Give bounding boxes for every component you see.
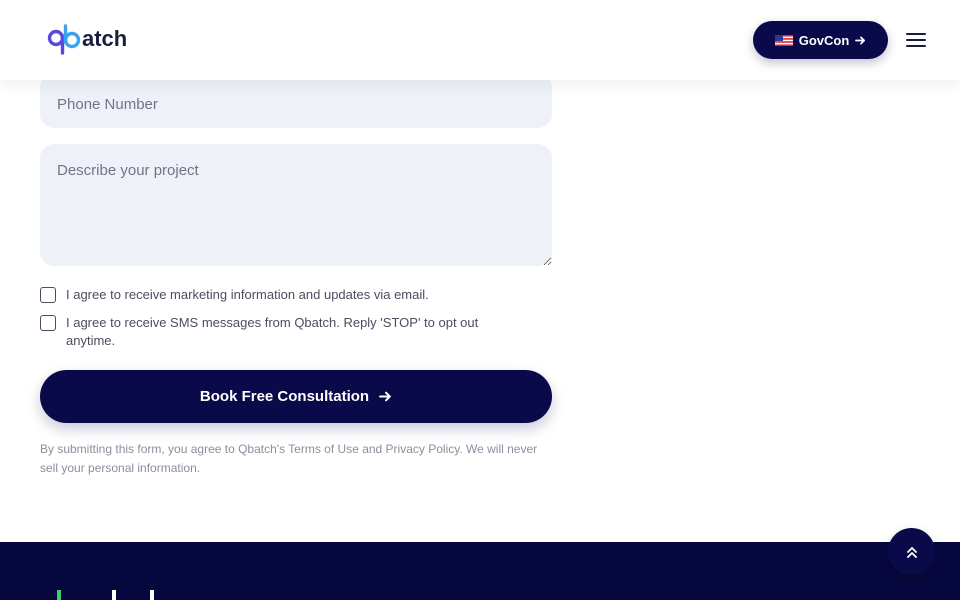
book-consultation-label: Book Free Consultation [199, 388, 370, 405]
project-description-textarea[interactable] [40, 144, 552, 266]
qbatch-logo[interactable]: atch [46, 22, 146, 58]
email-consent-row: I agree to receive marketing information… [40, 286, 520, 304]
qbatch-logo-mark: atch [47, 24, 127, 55]
email-consent-checkbox[interactable] [40, 287, 56, 303]
page: atch GovCon I agree to r [0, 0, 960, 600]
arrow-right-icon [855, 35, 866, 45]
book-consultation-button[interactable]: Book Free Consultation [40, 370, 552, 423]
hamburger-menu-icon-bar [906, 45, 926, 47]
svg-text:atch: atch [82, 26, 127, 51]
govcon-button[interactable]: GovCon [753, 21, 888, 59]
sms-consent-row: I agree to receive SMS messages from Qba… [40, 314, 520, 350]
arrow-right-icon [379, 391, 391, 402]
hamburger-menu-icon-bar [906, 39, 926, 41]
site-header: atch GovCon [0, 0, 960, 80]
hamburger-menu-button[interactable] [902, 28, 930, 52]
sms-consent-label: I agree to receive SMS messages from Qba… [66, 315, 479, 348]
phone-number-input[interactable] [40, 74, 552, 128]
hamburger-menu-icon [906, 33, 926, 35]
sms-consent-checkbox[interactable] [40, 315, 56, 331]
govcon-label: GovCon [798, 32, 850, 48]
scroll-to-top-button[interactable] [888, 528, 935, 575]
us-flag-icon [774, 34, 793, 46]
site-footer [0, 542, 960, 600]
form-disclaimer: By submitting this form, you agree to Qb… [40, 442, 538, 475]
footer-logo [57, 590, 154, 600]
email-consent-label: I agree to receive marketing information… [66, 287, 429, 302]
double-chevron-up-icon [906, 546, 917, 558]
